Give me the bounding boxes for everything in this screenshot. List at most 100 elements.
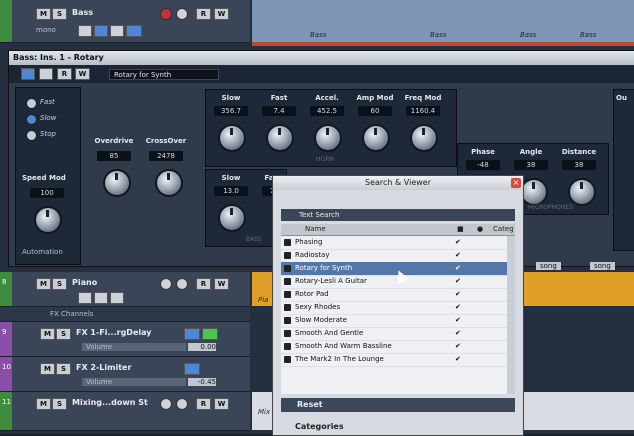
list-item[interactable]: Sexy Rhodes ✔: [281, 301, 507, 315]
solo-button[interactable]: S: [52, 8, 67, 20]
track-bass[interactable]: M S Bass mono R W: [0, 0, 250, 43]
read-button[interactable]: R: [57, 68, 72, 80]
record-enable-button[interactable]: [160, 278, 172, 290]
horn-knob-value[interactable]: 452.5: [310, 106, 344, 116]
monitor-button[interactable]: [176, 398, 188, 410]
fx-folder[interactable]: FX Channels: [0, 307, 250, 322]
column-category[interactable]: Categ: [493, 224, 514, 235]
edit-icon[interactable]: [78, 292, 92, 304]
read-button[interactable]: R: [196, 278, 211, 290]
monitor-icon[interactable]: [184, 328, 200, 340]
speed-mod-knob[interactable]: [34, 206, 62, 234]
mute-button[interactable]: M: [36, 278, 51, 290]
bass-section-label: BASS: [246, 236, 262, 243]
bypass-icon[interactable]: [21, 68, 35, 80]
horn-slow-knob[interactable]: [218, 124, 246, 152]
overdrive-value[interactable]: 85: [97, 151, 131, 161]
list-item[interactable]: Radiostay ✔: [281, 249, 507, 263]
horn-fast-knob[interactable]: [266, 124, 294, 152]
activate-icon[interactable]: [39, 68, 53, 80]
horn-ampmod-knob[interactable]: [362, 124, 390, 152]
horn-accel-knob[interactable]: [314, 124, 342, 152]
automation-param[interactable]: Volume: [82, 343, 186, 351]
bass-slow-knob[interactable]: [218, 204, 246, 232]
crossover-knob[interactable]: [155, 169, 183, 197]
mute-button[interactable]: M: [40, 328, 55, 340]
record-enable-button[interactable]: [160, 398, 172, 410]
monitor-icon[interactable]: [94, 25, 108, 37]
write-button[interactable]: W: [75, 68, 90, 80]
categories-section[interactable]: Categories: [281, 420, 515, 434]
solo-button[interactable]: S: [56, 328, 71, 340]
overdrive-knob[interactable]: [103, 169, 131, 197]
text-search-input[interactable]: Text Search: [281, 209, 515, 221]
solo-button[interactable]: S: [56, 363, 71, 375]
list-item[interactable]: The Mark2 In The Lounge ✔: [281, 353, 507, 367]
column-name[interactable]: Name: [305, 224, 326, 235]
list-item[interactable]: Smooth And Warm Bassline ✔: [281, 340, 507, 354]
horn-knob-value[interactable]: 7.4: [262, 106, 296, 116]
search-viewer-window[interactable]: Search & Viewer × Text Search Name ■ ● C…: [272, 175, 524, 436]
track-fx2[interactable]: 10 M S FX 2-Limiter Volume -0.45: [0, 357, 250, 392]
edit-icon[interactable]: [78, 25, 92, 37]
radio-stop[interactable]: [26, 130, 37, 141]
output-panel: Ou: [613, 89, 634, 251]
lock-icon[interactable]: [110, 292, 124, 304]
monitor-button[interactable]: [176, 8, 188, 20]
track-number-bar: [0, 0, 12, 42]
write-button[interactable]: W: [214, 278, 229, 290]
write-button[interactable]: W: [214, 398, 229, 410]
horn-knob-value[interactable]: 60: [358, 106, 392, 116]
record-enable-button[interactable]: [160, 8, 172, 20]
mic-distance-knob[interactable]: [568, 178, 596, 206]
track-sub: mono: [36, 26, 56, 34]
mic-knob-value[interactable]: 38: [562, 160, 596, 170]
radio-slow[interactable]: [26, 114, 37, 125]
list-scrollbar[interactable]: [507, 236, 515, 394]
close-icon[interactable]: ×: [511, 178, 521, 188]
list-item[interactable]: Slow Moderate ✔: [281, 314, 507, 328]
automation-value[interactable]: 0.00: [188, 343, 216, 351]
track-fx1[interactable]: 9 M S FX 1-Fi...rgDelay Volume 0.00: [0, 322, 250, 357]
list-item[interactable]: Smooth And Gentle ✔: [281, 327, 507, 341]
plugin-title[interactable]: Bass: Ins. 1 - Rotary: [9, 51, 634, 65]
instrument-icon[interactable]: [126, 25, 142, 37]
lock-icon[interactable]: [110, 25, 124, 37]
mute-button[interactable]: M: [40, 363, 55, 375]
song-marker[interactable]: song: [590, 262, 615, 270]
automation-param[interactable]: Volume: [82, 378, 186, 386]
mic-knob-value[interactable]: 38: [514, 160, 548, 170]
monitor-button[interactable]: [176, 278, 188, 290]
automation-value[interactable]: -0.45: [188, 378, 216, 386]
track-mixdown[interactable]: 11 M S Mixing...down St R W: [0, 392, 250, 431]
read-button[interactable]: R: [196, 8, 211, 20]
horn-knob-value[interactable]: 1160.4: [406, 106, 440, 116]
horn-freqmod-knob[interactable]: [410, 124, 438, 152]
monitor-icon[interactable]: [94, 292, 108, 304]
solo-button[interactable]: S: [52, 398, 67, 410]
lane-strip: [252, 42, 634, 46]
info-icon[interactable]: ●: [477, 224, 483, 235]
mute-button[interactable]: M: [36, 398, 51, 410]
inserts-icon[interactable]: [202, 328, 218, 340]
bass-knob-value[interactable]: 13.0: [214, 186, 248, 196]
mic-knob-value[interactable]: -48: [466, 160, 500, 170]
track-piano[interactable]: 8 M S Piano R W: [0, 272, 250, 307]
mic-angle-knob[interactable]: [520, 178, 548, 206]
preset-selector[interactable]: Rotary for Synth: [109, 69, 219, 80]
read-button[interactable]: R: [196, 398, 211, 410]
radio-fast[interactable]: [26, 98, 37, 109]
monitor-icon[interactable]: [184, 363, 200, 375]
lock-icon[interactable]: ■: [457, 224, 464, 235]
song-marker[interactable]: song: [536, 262, 561, 270]
speed-mod-value[interactable]: 100: [30, 188, 64, 198]
mute-button[interactable]: M: [36, 8, 51, 20]
reset-button[interactable]: Reset: [281, 398, 515, 412]
horn-knob-value[interactable]: 356.7: [214, 106, 248, 116]
list-item[interactable]: Phasing ✔: [281, 236, 507, 250]
write-button[interactable]: W: [214, 8, 229, 20]
crossover-value[interactable]: 2478: [149, 151, 183, 161]
viewer-title[interactable]: Search & Viewer: [273, 176, 523, 190]
list-item[interactable]: Rotor Pad ✔: [281, 288, 507, 302]
solo-button[interactable]: S: [52, 278, 67, 290]
